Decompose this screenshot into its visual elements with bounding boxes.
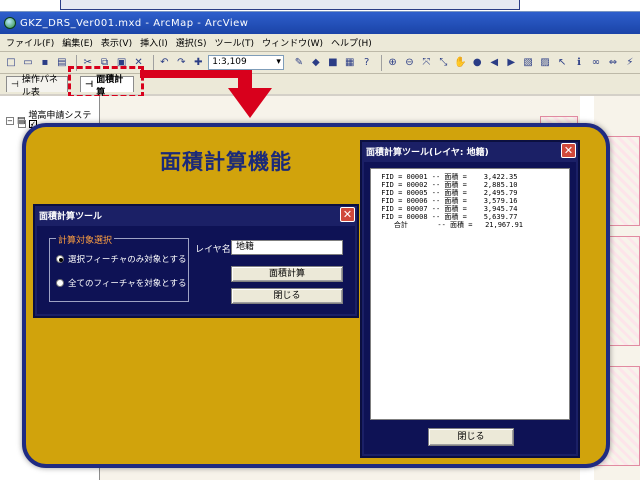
top-frame bbox=[60, 0, 520, 10]
area-tool-close-icon[interactable]: ✕ bbox=[340, 207, 355, 222]
area-tool-title: 面積計算ツール bbox=[39, 211, 103, 222]
radio-selected-only[interactable]: 選択フィーチャのみ対象とする bbox=[56, 253, 187, 265]
area-result-dialog: 面積計算ツール(レイヤ: 地籍) ✕ FID = 00001 -- 面積 = 3… bbox=[360, 140, 580, 458]
arc-toolbox-icon[interactable]: ■ bbox=[326, 55, 340, 71]
clear-selection-icon[interactable]: ▨ bbox=[538, 55, 552, 71]
menu-tools[interactable]: ツール(T) bbox=[215, 36, 255, 49]
area-result-close-icon[interactable]: ✕ bbox=[561, 143, 576, 158]
area-tool-title-bar: 面積計算ツール ✕ bbox=[35, 206, 357, 224]
tree-collapse-icon[interactable]: − bbox=[6, 117, 14, 125]
menu-file[interactable]: ファイル(F) bbox=[6, 36, 54, 49]
menu-view[interactable]: 表示(V) bbox=[101, 36, 132, 49]
target-selection-label: 計算対象選択 bbox=[56, 233, 115, 246]
radio-selected-only-label: 選択フィーチャのみ対象とする bbox=[68, 255, 187, 265]
menu-bar: ファイル(F) 編集(E) 表示(V) 挿入(I) 選択(S) ツール(T) ウ… bbox=[0, 34, 640, 52]
close-result-button[interactable]: 閉じる bbox=[428, 428, 514, 446]
radio-all-features[interactable]: 全てのフィーチャを対象とする bbox=[56, 277, 187, 289]
toolbar-separator bbox=[152, 54, 154, 71]
toolbar-separator bbox=[380, 54, 382, 71]
menu-help[interactable]: ヘルプ(H) bbox=[331, 36, 372, 49]
area-tool-body: 計算対象選択 選択フィーチャのみ対象とする 全てのフィーチャを対象とする レイヤ… bbox=[37, 226, 355, 314]
select-features-icon[interactable]: ▧ bbox=[521, 55, 535, 71]
full-extent-icon[interactable]: ● bbox=[470, 55, 484, 71]
pointer-arrow bbox=[140, 70, 272, 118]
target-selection-group: 計算対象選択 選択フィーチャのみ対象とする 全てのフィーチャを対象とする bbox=[49, 233, 189, 302]
radio-all-features-button[interactable] bbox=[56, 279, 64, 287]
map-scale-combo[interactable]: 1:3,109 bbox=[208, 55, 284, 70]
tab-operation-panel[interactable]: ⊣ 操作パネル表 bbox=[6, 75, 68, 98]
menu-window[interactable]: ウィンドウ(W) bbox=[262, 36, 323, 49]
result-line: FID = 00005 -- 面積 = 2,495.79 bbox=[377, 189, 518, 197]
radio-all-features-label: 全てのフィーチャを対象とする bbox=[68, 279, 187, 289]
result-total-line: 合計 -- 面積 = 21,967.91 bbox=[377, 221, 524, 229]
result-line: FID = 00006 -- 面積 = 3,579.16 bbox=[377, 197, 518, 205]
top-strip bbox=[0, 0, 640, 12]
hyperlink-icon[interactable]: ⚡ bbox=[623, 55, 637, 71]
result-line: FID = 00002 -- 面積 = 2,885.10 bbox=[377, 181, 518, 189]
layer-name-label: レイヤ名 bbox=[195, 245, 231, 255]
tree-collapse-icon[interactable]: − bbox=[18, 120, 26, 128]
highlight-dashed-box bbox=[68, 66, 144, 98]
open-folder-icon[interactable]: ▭ bbox=[21, 55, 35, 71]
menu-edit[interactable]: 編集(E) bbox=[62, 36, 93, 49]
previous-extent-icon[interactable]: ◀ bbox=[487, 55, 501, 71]
next-extent-icon[interactable]: ▶ bbox=[504, 55, 518, 71]
result-line: FID = 00007 -- 面積 = 3,945.74 bbox=[377, 205, 518, 213]
area-result-title: 面積計算ツール(レイヤ: 地籍) bbox=[366, 147, 489, 158]
tab-operation-panel-label: 操作パネル表 bbox=[21, 74, 58, 98]
tab-dock-icon: ⊣ bbox=[11, 79, 19, 90]
menu-insert[interactable]: 挿入(I) bbox=[140, 36, 168, 49]
print-icon[interactable]: ▤ bbox=[55, 55, 69, 71]
editor-icon[interactable]: ✎ bbox=[292, 55, 306, 71]
callout-title: 面積計算機能 bbox=[160, 150, 292, 174]
redo-icon[interactable]: ↷ bbox=[174, 55, 188, 71]
arrow-head bbox=[228, 88, 272, 118]
command-line-icon[interactable]: ▦ bbox=[343, 55, 357, 71]
undo-icon[interactable]: ↶ bbox=[157, 55, 171, 71]
menu-select[interactable]: 選択(S) bbox=[176, 36, 207, 49]
pan-hand-icon[interactable]: ✋ bbox=[453, 55, 467, 71]
area-result-textbox[interactable]: FID = 00001 -- 面積 = 3,422.35 FID = 00002… bbox=[370, 168, 570, 420]
select-elements-icon[interactable]: ↖ bbox=[555, 55, 569, 71]
result-line: FID = 00001 -- 面積 = 3,422.35 bbox=[377, 173, 518, 181]
save-icon[interactable]: ▪ bbox=[38, 55, 52, 71]
close-tool-button[interactable]: 閉じる bbox=[231, 288, 343, 304]
find-binoculars-icon[interactable]: ∞ bbox=[589, 55, 603, 71]
area-result-title-bar: 面積計算ツール(レイヤ: 地籍) ✕ bbox=[362, 142, 578, 160]
window-title: GKZ_DRS_Ver001.mxd - ArcMap - ArcView bbox=[20, 17, 249, 29]
radio-selected-only-button[interactable] bbox=[56, 255, 64, 263]
result-line: FID = 00008 -- 面積 = 5,639.77 bbox=[377, 213, 518, 221]
app-title-bar: GKZ_DRS_Ver001.mxd - ArcMap - ArcView bbox=[0, 12, 640, 34]
measure-icon[interactable]: ⇔ bbox=[606, 55, 620, 71]
calculate-area-button[interactable]: 面積計算 bbox=[231, 266, 343, 282]
arrow-shaft bbox=[140, 70, 252, 88]
toolbox-icon[interactable]: ◆ bbox=[309, 55, 323, 71]
area-tool-dialog: 面積計算ツール ✕ 計算対象選択 選択フィーチャのみ対象とする 全てのフィーチャ… bbox=[33, 204, 359, 318]
area-result-body: FID = 00001 -- 面積 = 3,422.35 FID = 00002… bbox=[364, 162, 576, 454]
zoom-out-icon[interactable]: ⊖ bbox=[403, 55, 417, 71]
add-data-icon[interactable]: ✚ bbox=[191, 55, 205, 71]
identify-icon[interactable]: ℹ bbox=[572, 55, 586, 71]
zoom-in-icon[interactable]: ⊕ bbox=[386, 55, 400, 71]
layer-name-field[interactable]: 地籍 bbox=[231, 240, 343, 255]
fixed-zoom-out-icon[interactable]: ⤡ bbox=[436, 55, 450, 71]
whats-this-icon[interactable]: ? bbox=[360, 55, 374, 71]
new-document-icon[interactable]: □ bbox=[4, 55, 18, 71]
arcmap-globe-icon bbox=[4, 17, 16, 29]
fixed-zoom-in-icon[interactable]: ⤧ bbox=[419, 55, 433, 71]
